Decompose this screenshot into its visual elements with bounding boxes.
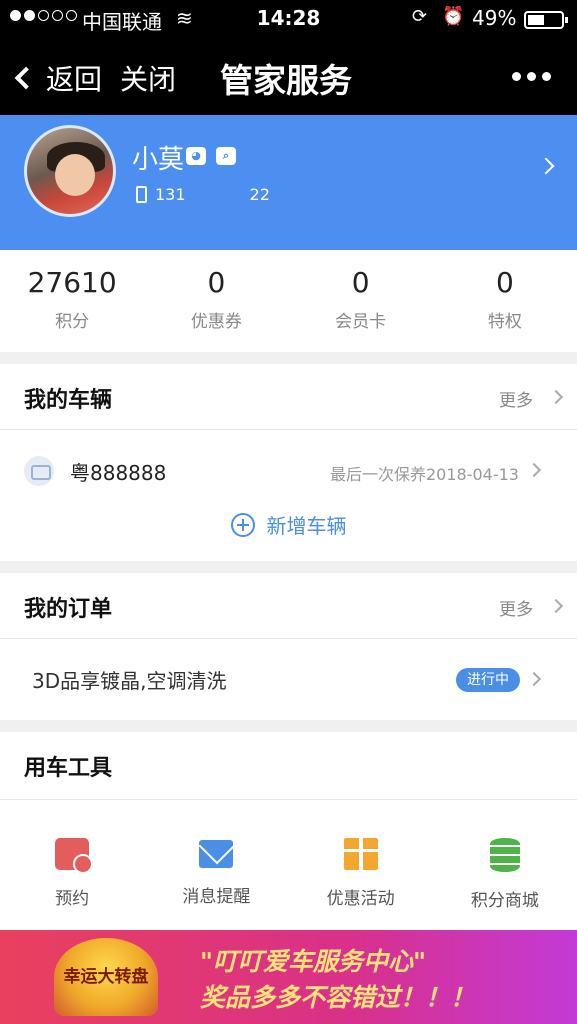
battery-percent: 49% xyxy=(472,6,517,30)
chevron-right-icon xyxy=(548,598,564,614)
stat-privileges[interactable]: 0 特权 xyxy=(433,250,577,352)
back-label: 返回 xyxy=(46,63,103,96)
rotation-lock-icon: ⟳ xyxy=(412,6,428,27)
profile-card[interactable]: 小莫 ◕ ⌕ 131 22 xyxy=(0,115,577,250)
stat-value: 27610 xyxy=(27,266,117,299)
chevron-right-icon xyxy=(526,462,542,478)
vehicles-section: 我的车辆 更多 粤888888 最后一次保养2018-04-13 新增车辆 xyxy=(0,364,577,561)
stat-value: 0 xyxy=(351,266,370,299)
avatar xyxy=(24,125,116,217)
tools-grid: 预约 消息提醒 优惠活动 积分商城 xyxy=(0,800,577,928)
stat-label: 优惠券 xyxy=(190,312,242,332)
tool-messages[interactable]: 消息提醒 xyxy=(144,800,288,928)
tool-label: 优惠活动 xyxy=(326,889,395,909)
car-icon xyxy=(24,456,54,486)
stat-value: 0 xyxy=(207,266,226,299)
user-name: 小莫 xyxy=(132,145,185,175)
more-dots-icon[interactable] xyxy=(512,72,551,81)
tools-section: 用车工具 预约 消息提醒 优惠活动 积分商城 xyxy=(0,732,577,930)
vehicles-more-link[interactable]: 更多 xyxy=(499,386,533,411)
stat-label: 积分 xyxy=(55,312,90,332)
tool-label: 预约 xyxy=(55,889,90,909)
add-vehicle-button[interactable]: 新增车辆 xyxy=(230,510,347,539)
stat-value: 0 xyxy=(495,266,514,299)
wechat-icon: ◕ xyxy=(186,147,206,165)
phone-icon xyxy=(136,186,147,203)
section-title: 用车工具 xyxy=(24,756,113,781)
tool-promotions[interactable]: 优惠活动 xyxy=(289,800,433,928)
gift-icon xyxy=(343,838,378,870)
section-title: 我的车辆 xyxy=(24,388,113,413)
vehicle-row[interactable]: 粤888888 最后一次保养2018-04-13 xyxy=(0,430,577,510)
phone-number: 131 22 xyxy=(155,185,270,204)
stat-label: 会员卡 xyxy=(335,312,387,332)
stat-points[interactable]: 27610 积分 xyxy=(0,250,144,352)
banner-line-1: "叮叮爱车服务中心" xyxy=(200,947,427,976)
nav-bar: 返回 关闭 管家服务 xyxy=(0,38,577,115)
battery-icon xyxy=(524,11,568,29)
search-badge-icon: ⌕ xyxy=(216,147,236,165)
status-badge: 进行中 xyxy=(456,668,520,692)
page-title: 管家服务 xyxy=(220,61,352,100)
add-vehicle-row: 新增车辆 xyxy=(0,510,577,558)
last-maintenance: 最后一次保养2018-04-13 xyxy=(330,465,519,484)
phone-info: 131 22 xyxy=(136,185,270,204)
license-plate: 粤888888 xyxy=(70,461,167,485)
stat-member-cards[interactable]: 0 会员卡 xyxy=(289,250,433,352)
close-button[interactable]: 关闭 xyxy=(120,58,176,98)
stat-coupons[interactable]: 0 优惠券 xyxy=(144,250,288,352)
chevron-left-icon xyxy=(14,66,38,90)
calendar-icon xyxy=(55,838,94,874)
plus-circle-icon xyxy=(230,512,255,537)
orders-section: 我的订单 更多 3D品享镀晶,空调清洗 进行中 xyxy=(0,573,577,720)
chevron-right-icon xyxy=(537,157,555,175)
tool-points-mall[interactable]: 积分商城 xyxy=(433,800,577,928)
promo-banner[interactable]: 幸运大转盘 "叮叮爱车服务中心" 奖品多多不容错过！！！ xyxy=(0,930,577,1024)
status-bar: 中国联通 ≋ 14:28 ⟳ ⏰ 49% xyxy=(0,0,577,38)
chevron-right-icon xyxy=(526,671,542,687)
orders-header: 我的订单 更多 xyxy=(0,573,577,639)
tool-label: 积分商城 xyxy=(470,891,539,911)
tools-header: 用车工具 xyxy=(0,732,577,800)
vehicles-header: 我的车辆 更多 xyxy=(0,364,577,430)
tool-label: 消息提醒 xyxy=(182,887,251,907)
section-title: 我的订单 xyxy=(24,597,113,622)
lucky-wheel-badge: 幸运大转盘 xyxy=(54,938,158,1016)
alarm-icon: ⏰ xyxy=(442,6,465,27)
tool-appointment[interactable]: 预约 xyxy=(0,800,144,928)
banner-line-2: 奖品多多不容错过！！！ xyxy=(200,983,476,1012)
stats-bar: 27610 积分 0 优惠券 0 会员卡 0 特权 xyxy=(0,250,577,352)
add-vehicle-label: 新增车辆 xyxy=(266,514,347,538)
orders-more-link[interactable]: 更多 xyxy=(499,595,533,620)
order-row[interactable]: 3D品享镀晶,空调清洗 进行中 xyxy=(0,639,577,719)
mail-icon xyxy=(199,840,234,868)
stat-label: 特权 xyxy=(487,312,522,332)
coins-icon xyxy=(489,838,520,872)
back-button[interactable]: 返回 xyxy=(14,58,103,98)
chevron-right-icon xyxy=(548,389,564,405)
order-name: 3D品享镀晶,空调清洗 xyxy=(32,669,227,693)
